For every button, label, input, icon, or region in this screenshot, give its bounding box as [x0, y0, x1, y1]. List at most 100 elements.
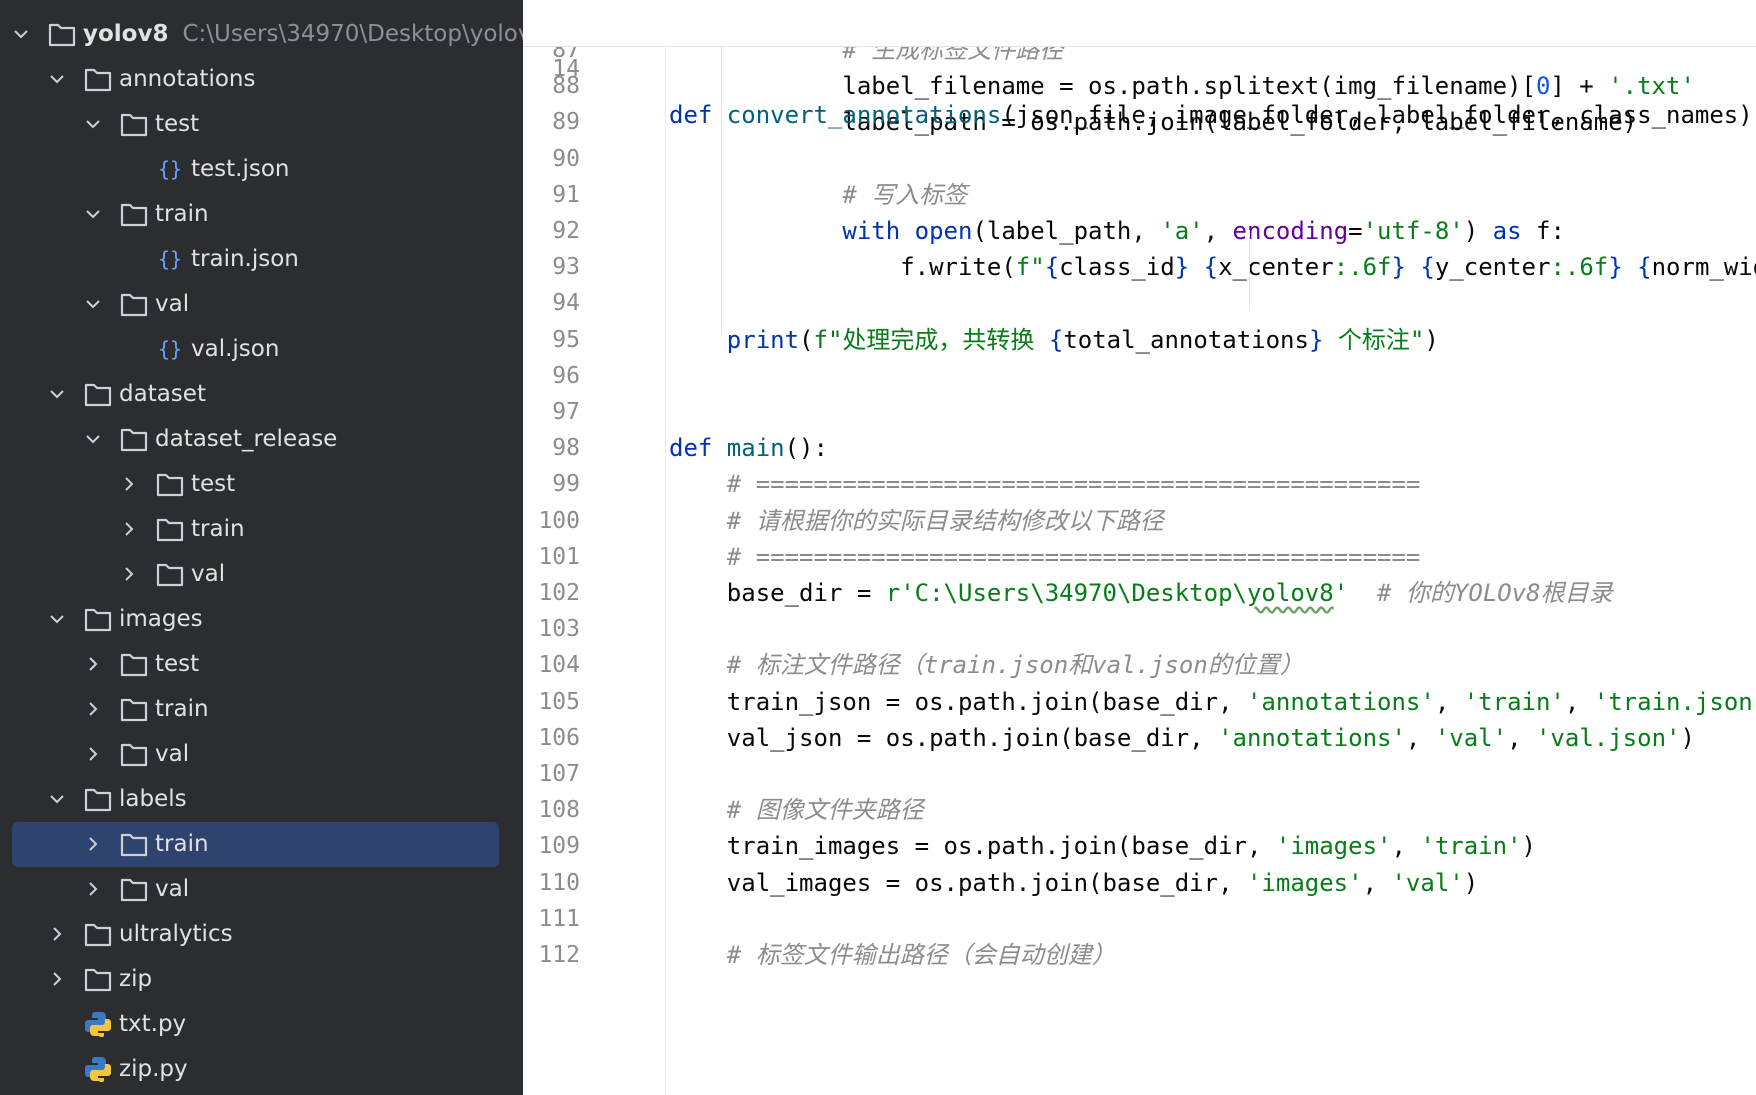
chevron-right-icon[interactable] — [48, 970, 66, 988]
code-line[interactable]: 103 — [523, 609, 1756, 649]
code-line[interactable]: 91 # 写入标签 — [523, 175, 1756, 215]
chevron-down-icon[interactable] — [48, 610, 66, 628]
code-line[interactable]: 97 — [523, 392, 1756, 432]
chevron-right-icon[interactable] — [84, 655, 102, 673]
tree-item-annotations[interactable]: annotations — [0, 57, 523, 102]
tree-item-test[interactable]: test — [0, 462, 523, 507]
tree-item-train[interactable]: train — [0, 687, 523, 732]
folder-icon — [120, 113, 148, 137]
code-line[interactable]: 94 — [523, 283, 1756, 323]
code-line[interactable]: 104 # 标注文件路径（train.json和val.json的位置） — [523, 645, 1756, 685]
line-number: 102 — [538, 580, 580, 606]
tree-item-train[interactable]: train — [0, 192, 523, 237]
chevron-down-icon[interactable] — [12, 25, 30, 43]
tree-item-test[interactable]: test — [0, 642, 523, 687]
tree-item-zip[interactable]: zip — [0, 957, 523, 1002]
code-text: val_json = os.path.join(base_dir, 'annot… — [726, 723, 1695, 752]
folder-icon — [48, 23, 76, 47]
tree-item-val[interactable]: val — [0, 867, 523, 912]
code-line[interactable]: 108 # 图像文件夹路径 — [523, 790, 1756, 830]
code-line[interactable]: 96 — [523, 356, 1756, 396]
code-line[interactable]: 92 with open(label_path, 'a', encoding='… — [523, 211, 1756, 251]
tree-item-labels[interactable]: labels — [0, 777, 523, 822]
chevron-right-icon[interactable] — [120, 520, 138, 538]
code-text: f.write(f"{class_id} {x_center:.6f} {y_c… — [900, 253, 1756, 282]
code-text: print(f"处理完成，共转换 {total_annotations} 个标注… — [726, 325, 1439, 354]
line-number: 110 — [538, 869, 580, 896]
tree-item-train[interactable]: train — [0, 822, 523, 867]
tree-item-val[interactable]: val — [0, 732, 523, 777]
svg-text:{}: {} — [158, 337, 182, 361]
code-text: # 标签文件输出路径（会自动创建） — [726, 941, 1116, 969]
chevron-right-icon[interactable] — [84, 880, 102, 898]
folder-icon — [156, 563, 184, 587]
chevron-down-icon[interactable] — [48, 70, 66, 88]
chevron-down-icon[interactable] — [84, 430, 102, 448]
tree-item-dataset[interactable]: dataset — [0, 372, 523, 417]
line-number: 105 — [538, 688, 580, 715]
tree-item-train[interactable]: train — [0, 507, 523, 552]
chevron-right-icon[interactable] — [48, 925, 66, 943]
line-number: 104 — [538, 652, 580, 679]
sticky-scope-header[interactable]: 14 def convert_annotations(json_file, im… — [523, 0, 1756, 129]
code-line[interactable]: 106 val_json = os.path.join(base_dir, 'a… — [523, 718, 1756, 758]
json-file-icon: {} — [158, 247, 182, 271]
tree-item-images[interactable]: images — [0, 597, 523, 642]
code-text: # 写入标签 — [842, 180, 968, 209]
chevron-down-icon[interactable] — [48, 790, 66, 808]
json-file-icon: {} — [158, 337, 182, 361]
tree-item-label: train — [155, 831, 209, 857]
code-text: train_images = os.path.join(base_dir, 'i… — [726, 832, 1536, 861]
code-line[interactable]: 98 def main(): — [523, 428, 1756, 468]
tree-item-train-json[interactable]: {} train.json — [0, 237, 523, 282]
code-text: with open(label_path, 'a', encoding='utf… — [842, 217, 1565, 245]
tree-item-dataset-release[interactable]: dataset_release — [0, 417, 523, 462]
code-line[interactable]: 102 base_dir = r'C:\Users\34970\Desktop\… — [523, 573, 1756, 613]
code-line[interactable]: 112 # 标签文件输出路径（会自动创建） — [523, 935, 1756, 975]
tree-item-label: val.json — [191, 336, 280, 362]
code-line[interactable]: 111 — [523, 899, 1756, 939]
code-line[interactable]: 100 # 请根据你的实际目录结构修改以下路径 — [523, 501, 1756, 541]
code-line[interactable]: 109 train_images = os.path.join(base_dir… — [523, 826, 1756, 866]
code-line[interactable]: 95 print(f"处理完成，共转换 {total_annotations} … — [523, 320, 1756, 360]
chevron-down-icon[interactable] — [84, 295, 102, 313]
tree-item-label: zip.py — [119, 1056, 188, 1082]
line-number: 111 — [538, 905, 580, 932]
line-number: 94 — [552, 290, 580, 317]
tree-item-test[interactable]: test — [0, 102, 523, 147]
code-line[interactable]: 99 # ===================================… — [523, 464, 1756, 504]
tree-item-label: train — [155, 696, 209, 722]
tree-item-label: dataset_release — [155, 426, 338, 452]
tree-item-val-json[interactable]: {} val.json — [0, 327, 523, 372]
tree-item-label: annotations — [119, 66, 256, 92]
code-line[interactable]: 90 — [523, 139, 1756, 179]
tree-root[interactable]: yolov8 C:\Users\34970\Desktop\yolov8 — [0, 12, 523, 57]
line-number: 106 — [538, 724, 580, 751]
code-line[interactable]: 101 # ==================================… — [523, 537, 1756, 577]
tree-item-val[interactable]: val — [0, 552, 523, 597]
code-line[interactable]: 107 — [523, 754, 1756, 794]
code-line[interactable]: 105 train_json = os.path.join(base_dir, … — [523, 682, 1756, 722]
line-number: 14 — [552, 56, 580, 82]
chevron-down-icon[interactable] — [84, 205, 102, 223]
line-number: 92 — [552, 218, 580, 244]
chevron-right-icon[interactable] — [120, 475, 138, 493]
chevron-right-icon[interactable] — [84, 835, 102, 853]
chevron-down-icon[interactable] — [84, 115, 102, 133]
code-line[interactable]: 93 f.write(f"{class_id} {x_center:.6f} {… — [523, 247, 1756, 287]
tree-root-label: yolov8 C:\Users\34970\Desktop\yolov8 — [83, 19, 523, 49]
chevron-right-icon[interactable] — [84, 745, 102, 763]
code-line[interactable]: 110 val_images = os.path.join(base_dir, … — [523, 863, 1756, 903]
project-name: yolov8 — [83, 21, 169, 47]
chevron-right-icon[interactable] — [120, 565, 138, 583]
tree-item-txt-py[interactable]: txt.py — [0, 1002, 523, 1047]
tree-item-val[interactable]: val — [0, 282, 523, 327]
code-editor[interactable]: 87 # 生成标签文件路径88 label_filename = os.path… — [523, 0, 1756, 1095]
tree-item-ultralytics[interactable]: ultralytics — [0, 912, 523, 957]
chevron-down-icon[interactable] — [48, 385, 66, 403]
tree-item-label: test — [191, 471, 236, 497]
tree-item-test-json[interactable]: {} test.json — [0, 147, 523, 192]
chevron-right-icon[interactable] — [84, 700, 102, 718]
tree-item-zip-py[interactable]: zip.py — [0, 1047, 523, 1092]
python-file-icon — [85, 1012, 111, 1037]
